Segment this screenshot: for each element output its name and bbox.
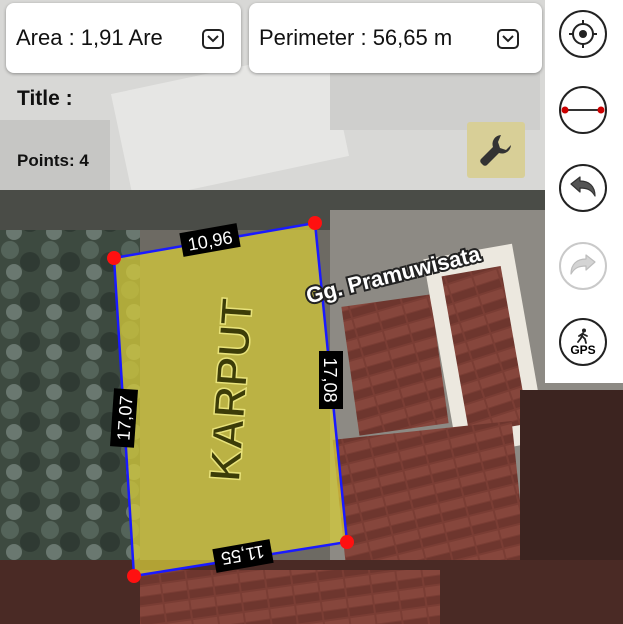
chevron-down-icon — [502, 35, 514, 43]
perimeter-dropdown-button[interactable] — [497, 29, 519, 49]
locate-button[interactable] — [559, 10, 607, 58]
side-length-label: 17,08 — [320, 357, 340, 402]
vertex-marker[interactable] — [340, 535, 354, 549]
area-dropdown-button[interactable] — [202, 29, 224, 49]
chevron-down-icon — [207, 35, 219, 43]
area-card[interactable]: Area : 1,91 Are — [6, 3, 241, 73]
side-length-label: 17,07 — [113, 395, 136, 441]
gps-label: GPS — [570, 343, 596, 357]
satellite-map[interactable]: 10,96 17,08 11,55 17,07 KARPUT Gg. Pramu… — [0, 0, 623, 624]
vertex-marker[interactable] — [127, 569, 141, 583]
gps-button[interactable]: GPS — [559, 318, 607, 366]
settings-button[interactable] — [467, 122, 525, 178]
vertex-marker[interactable] — [308, 216, 322, 230]
area-label: Area : 1,91 Are — [16, 25, 163, 50]
measure-line-icon — [561, 106, 605, 114]
title-label[interactable]: Title : — [17, 87, 73, 111]
crosshair-target-icon — [569, 20, 597, 48]
wrench-icon — [480, 135, 511, 166]
undo-icon — [570, 176, 596, 197]
walking-person-icon — [577, 328, 588, 344]
perimeter-label: Perimeter : 56,65 m — [259, 25, 453, 50]
perimeter-card[interactable]: Perimeter : 56,65 m — [249, 3, 542, 73]
measure-button[interactable] — [559, 86, 607, 134]
redo-icon — [570, 254, 596, 275]
vertex-marker[interactable] — [107, 251, 121, 265]
redo-button[interactable] — [559, 242, 607, 290]
points-count: Points: 4 — [17, 151, 89, 170]
undo-button[interactable] — [559, 164, 607, 212]
